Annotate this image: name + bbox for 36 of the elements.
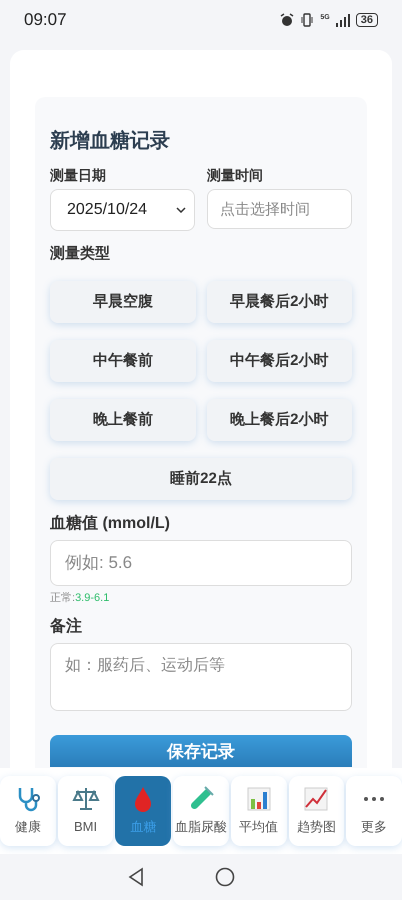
field-label: 测量时间 bbox=[207, 166, 264, 185]
back-icon[interactable] bbox=[127, 867, 145, 887]
type-button[interactable]: 晚上餐后2小时 bbox=[206, 399, 352, 441]
nav-tab[interactable]: 更多 bbox=[346, 776, 402, 846]
save-button[interactable]: 保存记录 bbox=[50, 734, 352, 766]
type-button[interactable]: 中午餐前 bbox=[50, 340, 196, 382]
date-select[interactable]: 2025/10/24 bbox=[50, 189, 195, 231]
field-label: 血糖值 (mmol/L) bbox=[50, 513, 171, 534]
time-field[interactable]: 点击选择时间 bbox=[207, 189, 352, 229]
chevron-down-icon bbox=[176, 207, 186, 213]
alarm-icon bbox=[280, 13, 294, 27]
type-button[interactable]: 早晨空腹 bbox=[50, 281, 196, 323]
type-button[interactable]: 睡前22点 bbox=[50, 458, 352, 500]
field-label: 备注 bbox=[50, 616, 83, 636]
nav-tab[interactable]: 趋势图 bbox=[288, 776, 344, 846]
more-icon bbox=[362, 795, 386, 804]
clock-time: 09:07 bbox=[24, 9, 67, 32]
nav-tab[interactable]: BMI bbox=[58, 776, 114, 846]
nav-tab[interactable]: 血脂尿酸 bbox=[173, 776, 229, 846]
type-button[interactable]: 晚上餐前 bbox=[50, 399, 196, 441]
section-label: 测量类型 bbox=[50, 244, 111, 264]
nav-tab[interactable]: 平均值 bbox=[230, 776, 287, 846]
vibrate-icon bbox=[300, 13, 314, 27]
bar-chart-icon bbox=[244, 785, 273, 814]
home-icon[interactable] bbox=[215, 867, 235, 887]
glucose-field[interactable]: 例如: 5.6 bbox=[50, 540, 352, 586]
nav-tab[interactable]: 健康 bbox=[0, 776, 56, 846]
trend-chart-icon bbox=[302, 785, 330, 814]
type-button[interactable]: 中午餐后2小时 bbox=[206, 340, 352, 382]
form-title: 新增血糖记录 bbox=[50, 128, 171, 154]
field-label: 测量日期 bbox=[50, 166, 107, 185]
normal-range-text: 正常:3.9-6.1 bbox=[50, 591, 110, 606]
type-button[interactable]: 早晨餐后2小时 bbox=[206, 281, 352, 323]
note-field[interactable]: 如：服药后、运动后等 bbox=[50, 642, 352, 710]
battery-indicator: 36 bbox=[356, 13, 378, 27]
signal-icon bbox=[336, 14, 350, 26]
